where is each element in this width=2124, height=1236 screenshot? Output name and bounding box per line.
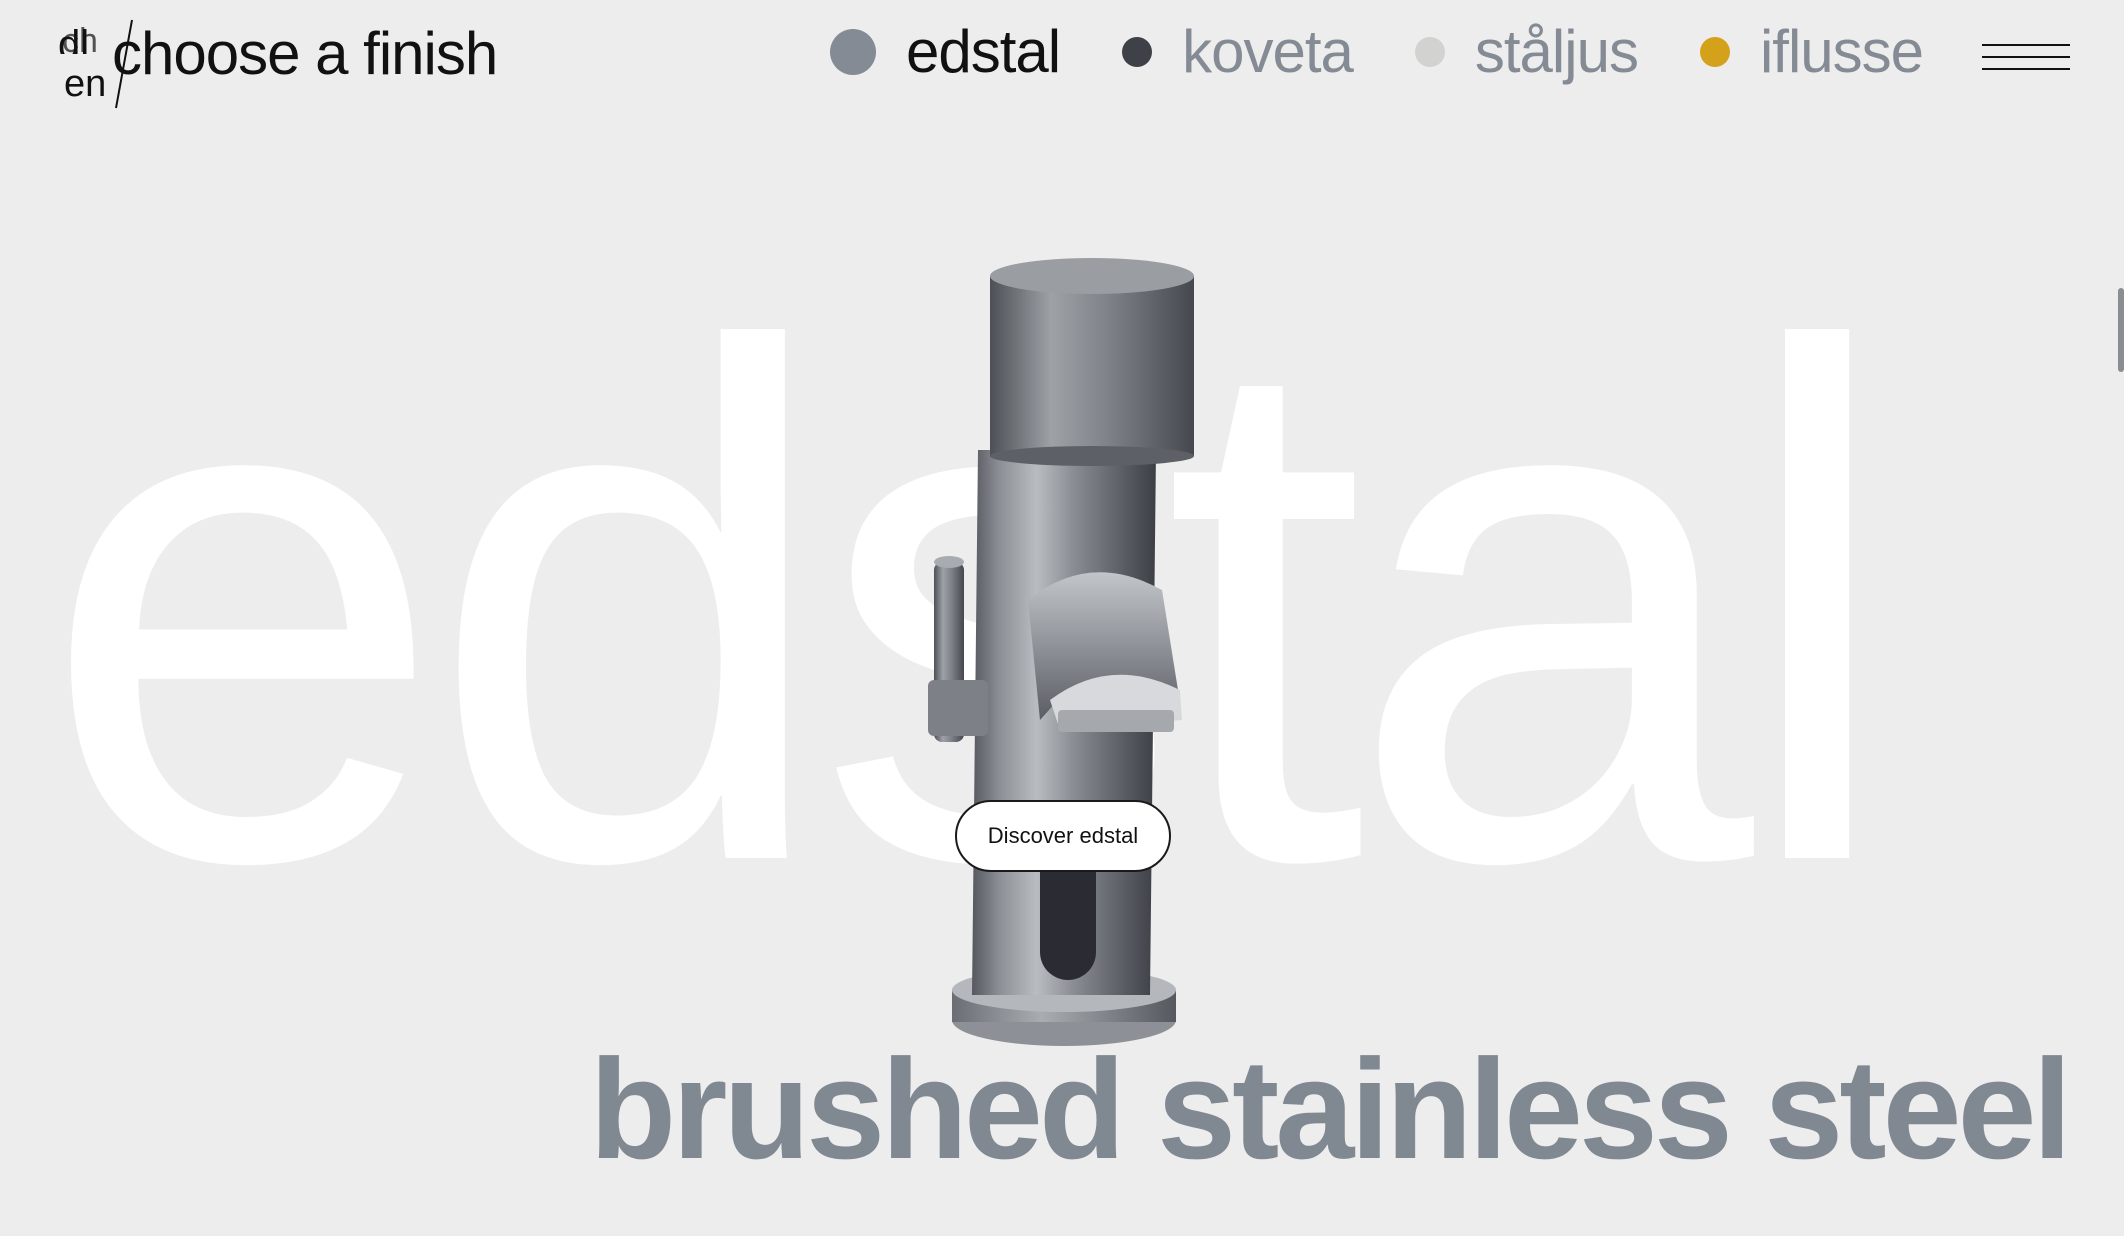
finish-swatch-staljus	[1414, 37, 1445, 67]
finish-swatch-edstal	[830, 29, 876, 75]
finish-swatch-koveta	[1122, 37, 1153, 67]
svg-text:en: en	[64, 63, 106, 105]
menu-line	[1982, 44, 2070, 46]
hamburger-menu-icon[interactable]	[1982, 38, 2070, 78]
finish-swatch-iflusse	[1699, 37, 1730, 67]
finish-description: brushed stainless steel	[589, 1030, 2072, 1189]
finish-option-iflusse[interactable]: iflusse	[1699, 14, 1924, 90]
finish-option-edstal[interactable]: edstal	[830, 14, 1061, 90]
scrollbar-thumb[interactable]	[2118, 288, 2124, 372]
finish-option-staljus[interactable]: ståljus	[1414, 14, 1639, 90]
page: dl ch en choose a finish edstal koveta s…	[0, 0, 2124, 1236]
menu-line	[1982, 68, 2070, 70]
menu-line	[1982, 56, 2070, 58]
finish-label: iflusse	[1759, 18, 1924, 85]
page-title: choose a finish	[112, 20, 498, 87]
finish-selector: edstal koveta ståljus iflusse	[830, 12, 1924, 92]
finish-label: koveta	[1182, 18, 1354, 85]
finish-option-koveta[interactable]: koveta	[1122, 14, 1354, 90]
faucet-product-image	[928, 258, 1194, 1046]
finish-label: ståljus	[1474, 18, 1639, 85]
discover-button[interactable]: Discover edstal	[955, 800, 1171, 872]
finish-label: edstal	[906, 18, 1061, 85]
